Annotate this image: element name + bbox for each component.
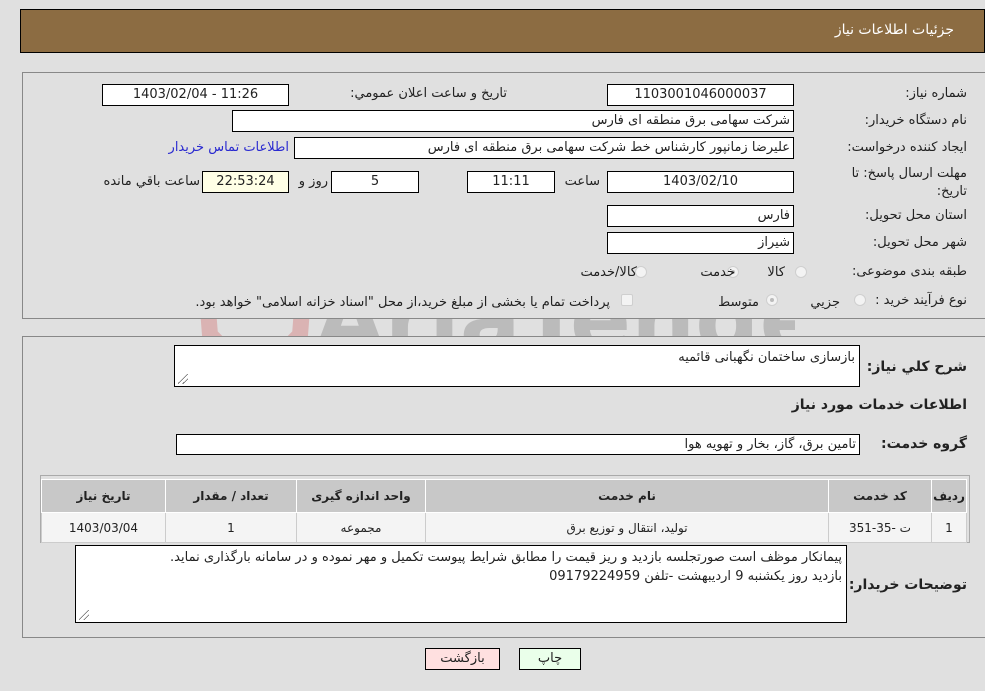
col-unit: واحد اندازه گیری xyxy=(296,479,426,513)
col-service-name: نام خدمت xyxy=(425,479,829,513)
page-header: جزئیات اطلاعات نیاز xyxy=(20,9,985,53)
deadline-date-field[interactable]: 1403/02/10 xyxy=(607,171,794,193)
table-header-row: ردیف کد خدمت نام خدمت واحد اندازه گیری ت… xyxy=(41,479,967,513)
creator-field[interactable]: علیرضا زمانپور کارشناس خط شرکت سهامی برق… xyxy=(294,137,794,159)
cell-quantity: 1 xyxy=(165,512,297,543)
province-field[interactable]: فارس xyxy=(607,205,794,227)
category-option-service: خدمت xyxy=(700,265,735,280)
cell-unit: مجموعه xyxy=(296,512,426,543)
process-label: نوع فرآیند خرید : xyxy=(875,293,967,308)
days-label: روز و xyxy=(298,174,328,189)
time-label: ساعت xyxy=(564,174,600,189)
process-option-medium: متوسط xyxy=(718,295,759,310)
days-field[interactable]: 5 xyxy=(331,171,419,193)
remaining-time-field: 22:53:24 xyxy=(202,171,289,193)
remaining-label: ساعت باقي مانده xyxy=(103,174,200,189)
need-number-field[interactable]: 1103001046000037 xyxy=(607,84,794,106)
buyer-contact-link[interactable]: اطلاعات تماس خریدار xyxy=(169,140,289,155)
buyer-org-field[interactable]: شرکت سهامی برق منطقه ای فارس xyxy=(232,110,794,132)
buyer-org-label: نام دستگاه خریدار: xyxy=(864,113,967,128)
resize-grip-icon[interactable] xyxy=(79,610,89,620)
services-heading: اطلاعات خدمات مورد نیاز xyxy=(791,397,967,413)
category-option-goods: کالا xyxy=(767,265,785,280)
back-button[interactable]: بازگشت xyxy=(425,648,500,670)
resize-grip-icon[interactable] xyxy=(178,374,188,384)
process-radio-medium[interactable] xyxy=(766,294,778,306)
service-group-field[interactable]: تامین برق، گاز، بخار و تهویه هوا xyxy=(176,434,860,455)
deadline-time-field[interactable]: 11:11 xyxy=(467,171,555,193)
description-textarea[interactable]: بازسازی ساختمان نگهبانی قائمیه xyxy=(174,345,860,387)
category-option-goods-service: کالا/خدمت xyxy=(580,265,637,280)
buyer-notes-line-2: بازدید روز یکشنبه 9 اردیبهشت -تلفن 09179… xyxy=(549,569,842,584)
cell-need-date: 1403/03/04 xyxy=(41,512,166,543)
buyer-notes-textarea[interactable]: پیمانکار موظف است صورتجلسه بازدید و ریز … xyxy=(75,545,847,623)
process-radio-minor[interactable] xyxy=(854,294,866,306)
category-radio-goods[interactable] xyxy=(795,266,807,278)
need-details-panel: شماره نیاز: 1103001046000037 تاریخ و ساع… xyxy=(22,72,985,319)
announce-field[interactable]: 1403/02/04 - 11:26 xyxy=(102,84,289,106)
deadline-label: مهلت ارسال پاسخ: تا تاریخ: xyxy=(851,166,967,199)
page-title: جزئیات اطلاعات نیاز xyxy=(834,22,954,38)
city-label: شهر محل تحویل: xyxy=(872,235,967,250)
need-number-label: شماره نیاز: xyxy=(905,86,967,101)
print-button[interactable]: چاپ xyxy=(519,648,581,670)
buyer-notes-label: توضیحات خریدار: xyxy=(848,577,967,593)
col-service-code: کد خدمت xyxy=(828,479,932,513)
process-option-minor: جزيي xyxy=(810,295,840,310)
table-row: 1 ت -35-351 تولید، انتقال و توزیع برق مج… xyxy=(41,512,967,543)
description-label: شرح کلي نياز: xyxy=(866,359,967,375)
city-field[interactable]: شیراز xyxy=(607,232,794,254)
col-row-number: ردیف xyxy=(931,479,967,513)
province-label: استان محل تحویل: xyxy=(865,208,967,223)
cell-service-name: تولید، انتقال و توزیع برق xyxy=(425,512,829,543)
cell-row-number: 1 xyxy=(931,512,967,543)
col-quantity: تعداد / مقدار xyxy=(165,479,297,513)
cell-service-code: ت -35-351 xyxy=(828,512,932,543)
col-need-date: تاریخ نیاز xyxy=(41,479,166,513)
announce-label: تاریخ و ساعت اعلان عمومي: xyxy=(350,86,507,101)
service-group-label: گروه خدمت: xyxy=(881,436,967,452)
creator-label: ایجاد کننده درخواست: xyxy=(847,140,967,155)
buyer-notes-line-1: پیمانکار موظف است صورتجلسه بازدید و ریز … xyxy=(170,550,842,565)
category-label: طبقه بندی موضوعی: xyxy=(851,264,967,279)
services-table: ردیف کد خدمت نام خدمت واحد اندازه گیری ت… xyxy=(41,479,967,543)
treasury-checkbox[interactable] xyxy=(621,294,633,306)
summary-panel: شرح کلي نياز: بازسازی ساختمان نگهبانی قا… xyxy=(22,336,985,638)
description-text: بازسازی ساختمان نگهبانی قائمیه xyxy=(678,350,855,365)
treasury-note: پرداخت تمام یا بخشی از مبلغ خرید،از محل … xyxy=(195,295,610,310)
